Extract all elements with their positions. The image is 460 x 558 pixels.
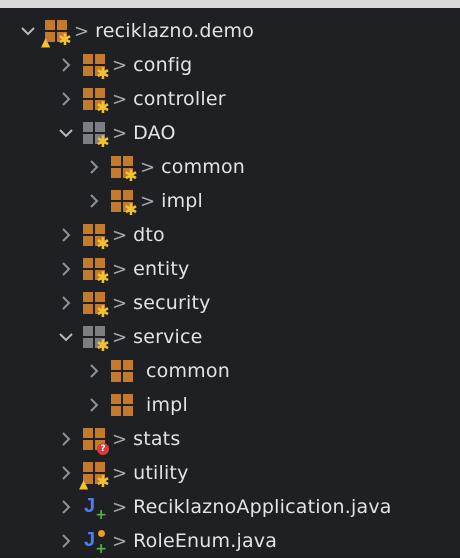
chevron-down-icon[interactable] xyxy=(58,329,74,345)
chevron-right-icon[interactable] xyxy=(58,533,74,549)
tree-node-label: common xyxy=(146,360,230,382)
separator: > xyxy=(112,530,128,552)
package-warning-icon: ▲ ✱ xyxy=(79,461,110,490)
tree-node-utility[interactable]: ▲ ✱ > utility xyxy=(58,456,189,490)
tree-node-dao[interactable]: ✱ > DAO xyxy=(58,116,176,150)
chevron-right-icon[interactable] xyxy=(86,193,102,209)
java-class-icon: J + xyxy=(84,495,107,523)
tree-node-root[interactable]: ▲ ✱ > reciklazno.demo xyxy=(20,14,254,48)
chevron-right-icon[interactable] xyxy=(58,431,74,447)
tree-node-entity[interactable]: ✱ > entity xyxy=(58,252,189,286)
separator: > xyxy=(112,258,128,280)
package-star-icon: ✱ xyxy=(82,291,110,320)
tree-node-reciklazno-application[interactable]: J + > ReciklaznoApplication.java xyxy=(58,490,392,524)
tree-node-dao-common[interactable]: ✱ > common xyxy=(86,150,245,184)
tree-node-config[interactable]: ✱ > config xyxy=(58,48,192,82)
java-enum-icon: J + xyxy=(84,529,107,557)
tree-node-label: RoleEnum.java xyxy=(133,530,278,552)
package-icon xyxy=(110,359,134,383)
chevron-right-icon[interactable] xyxy=(58,465,74,481)
tree-node-service[interactable]: ✱ > service xyxy=(58,320,203,354)
separator: > xyxy=(112,54,128,76)
separator: > xyxy=(112,88,128,110)
tree-node-label: common xyxy=(161,156,246,178)
chevron-right-icon[interactable] xyxy=(86,159,102,175)
tree-node-service-common[interactable]: common xyxy=(86,354,230,388)
tree-node-dto[interactable]: ✱ > dto xyxy=(58,218,165,252)
tree-node-stats[interactable]: ? > stats xyxy=(58,422,180,456)
tree-node-role-enum[interactable]: J + > RoleEnum.java xyxy=(58,524,277,558)
package-grey-icon: ✱ xyxy=(82,325,110,354)
tree-node-service-impl[interactable]: impl xyxy=(86,388,188,422)
package-grey-icon: ✱ xyxy=(82,121,110,150)
tree-node-dao-impl[interactable]: ✱ > impl xyxy=(86,184,203,218)
package-star-icon: ✱ xyxy=(82,223,110,252)
chevron-right-icon[interactable] xyxy=(58,295,74,311)
tree-node-label: security xyxy=(133,292,211,314)
tree-node-controller[interactable]: ✱ > controller xyxy=(58,82,226,116)
tree-node-label: dto xyxy=(133,224,165,246)
package-question-icon: ? xyxy=(82,427,109,455)
separator: > xyxy=(112,224,128,246)
package-icon xyxy=(110,393,134,417)
separator: > xyxy=(112,326,128,348)
separator: > xyxy=(140,190,156,212)
tree-node-label: entity xyxy=(133,258,190,280)
chevron-right-icon[interactable] xyxy=(58,227,74,243)
tree-node-label: impl xyxy=(146,394,188,416)
package-star-icon: ✱ xyxy=(82,257,110,286)
tree-node-label: impl xyxy=(161,190,204,212)
chevron-right-icon[interactable] xyxy=(58,57,74,73)
tree-node-label: service xyxy=(133,326,203,348)
separator: > xyxy=(112,496,128,518)
separator: > xyxy=(112,428,128,450)
chevron-down-icon[interactable] xyxy=(58,125,74,141)
separator: > xyxy=(112,122,128,144)
package-star-icon: ✱ xyxy=(110,155,138,184)
tree-node-label: ReciklaznoApplication.java xyxy=(133,496,392,518)
tree-node-security[interactable]: ✱ > security xyxy=(58,286,211,320)
chevron-right-icon[interactable] xyxy=(58,91,74,107)
chevron-right-icon[interactable] xyxy=(86,363,102,379)
chevron-right-icon[interactable] xyxy=(58,499,74,515)
tree-node-label: controller xyxy=(133,88,226,110)
separator: > xyxy=(74,20,90,42)
tree-node-label: utility xyxy=(133,462,189,484)
top-edge xyxy=(0,0,460,8)
package-star-icon: ✱ xyxy=(82,87,110,116)
chevron-right-icon[interactable] xyxy=(58,261,74,277)
separator: > xyxy=(140,156,156,178)
tree-node-label: stats xyxy=(133,428,181,450)
tree-node-label: config xyxy=(133,54,193,76)
tree-node-label: DAO xyxy=(133,122,176,144)
separator: > xyxy=(112,462,128,484)
chevron-right-icon[interactable] xyxy=(86,397,102,413)
package-star-icon: ✱ xyxy=(82,53,110,82)
package-star-icon: ✱ xyxy=(110,189,138,218)
separator: > xyxy=(112,292,128,314)
package-warning-icon: ▲ ✱ xyxy=(41,19,72,48)
tree-node-label: reciklazno.demo xyxy=(95,20,255,42)
project-explorer-panel: ▲ ✱ > reciklazno.demo ✱ > config ✱ > con… xyxy=(0,0,460,558)
chevron-down-icon[interactable] xyxy=(20,23,36,39)
